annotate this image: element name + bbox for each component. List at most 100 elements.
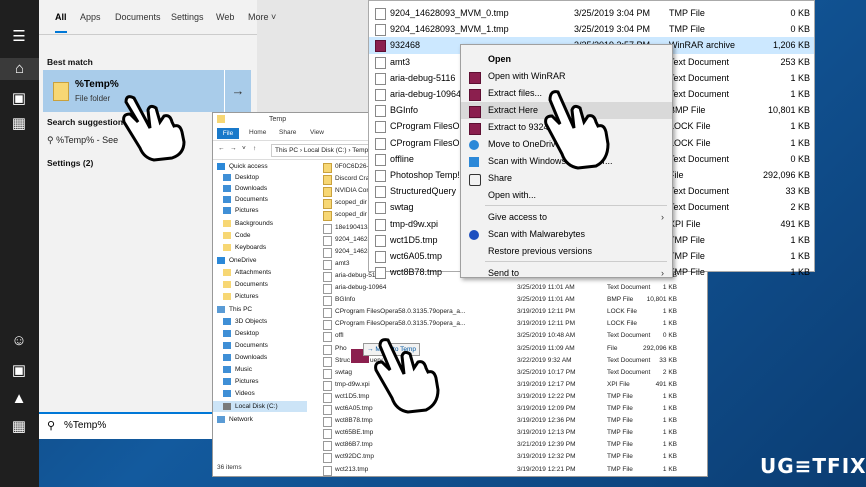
back-icon[interactable]: ← — [218, 145, 225, 152]
file-row[interactable]: wct213.tmp 3/19/2019 12:21 PM TMP File 1 KB — [311, 464, 701, 476]
nav-item-quick-access[interactable]: Quick access — [217, 161, 268, 172]
breadcrumb-this-pc[interactable]: This PC — [275, 147, 298, 154]
file-date: 3/19/2019 12:11 PM — [517, 320, 576, 328]
windows-start-icon[interactable]: ▦ — [8, 416, 30, 438]
file-date: 3/22/2019 9:32 AM — [517, 356, 572, 364]
documents-icon[interactable]: ▣ — [8, 88, 30, 110]
file-icon — [375, 56, 386, 69]
hamburger-menu-icon[interactable]: ☰ — [8, 26, 30, 48]
nav-item-pictures[interactable]: Pictures — [223, 376, 258, 387]
file-row[interactable]: BGInfo 3/25/2019 11:01 AM BMP File 10,801 K… — [311, 294, 701, 307]
menu-item-label: Give access to — [488, 212, 548, 222]
folder-icon — [217, 115, 225, 123]
nav-item-desktop[interactable]: Desktop — [223, 328, 259, 339]
breadcrumb-local-disk[interactable]: Local Disk (C:) — [304, 147, 347, 154]
nav-item-code[interactable]: Code — [223, 230, 251, 241]
nav-item-desktop[interactable]: Desktop — [223, 172, 259, 183]
tab-documents[interactable]: Documents — [115, 12, 161, 22]
ribbon-file-tab[interactable]: File — [217, 128, 239, 139]
nav-item-local-disk-c-[interactable]: Local Disk (C:) — [213, 401, 307, 412]
nav-item-onedrive[interactable]: OneDrive — [217, 255, 256, 266]
menu-item-open[interactable]: Open — [461, 51, 672, 68]
tab-settings[interactable]: Settings — [171, 12, 204, 22]
tab-all[interactable]: All — [55, 12, 67, 33]
nav-item-music[interactable]: Music — [223, 364, 252, 375]
suggestion-item[interactable]: ⚲ %Temp% - See — [47, 135, 118, 146]
menu-item-open-with[interactable]: Open with... — [461, 187, 672, 204]
nav-item-label: Music — [235, 366, 252, 373]
picture-icon[interactable]: ▣ — [8, 360, 30, 382]
ribbon-home-tab[interactable]: Home — [249, 129, 266, 136]
file-row[interactable]: wct86B7.tmp 3/21/2019 12:39 PM TMP File 1 K… — [311, 439, 701, 452]
file-row[interactable]: 9204_14628093_MVM_1.tmp 3/25/2019 3:04 PM… — [369, 21, 814, 37]
nav-item-network[interactable]: Network — [217, 414, 253, 425]
nav-item-attachments[interactable]: Attachments — [223, 267, 271, 278]
file-icon — [323, 405, 332, 415]
tab-apps[interactable]: Apps — [80, 12, 101, 22]
ribbon-share-tab[interactable]: Share — [279, 129, 296, 136]
feedback-icon[interactable]: ▲ — [8, 388, 30, 410]
file-name: 932468 — [390, 40, 421, 51]
nav-item-documents[interactable]: Documents — [223, 194, 268, 205]
nav-item-this-pc[interactable]: This PC — [217, 304, 252, 315]
file-row[interactable]: tmp-d9w.xpi 3/19/2019 12:17 PM XPI File 491… — [311, 379, 701, 391]
nav-item-pictures[interactable]: Pictures — [223, 291, 258, 302]
menu-item-scan-with-malwarebytes[interactable]: Scan with Malwarebytes — [461, 226, 672, 243]
nav-item-label: Documents — [235, 281, 268, 288]
breadcrumb-temp[interactable]: Temp — [352, 147, 368, 154]
user-icon[interactable]: ☺ — [8, 330, 30, 352]
file-size: 491 KB — [780, 218, 810, 229]
nav-item-downloads[interactable]: Downloads — [223, 183, 267, 194]
file-size: 292,096 KB — [762, 170, 810, 180]
file-row[interactable]: swtag 3/25/2019 10:17 PM Text Document 2 KB — [311, 367, 701, 379]
file-row[interactable]: offl 3/25/2019 10:48 AM Text Document 0 KB — [311, 330, 701, 343]
file-row[interactable]: CProgram FilesOpera58.0.3135.79opera_a..… — [311, 318, 701, 331]
nav-item-backgrounds[interactable]: Backgrounds — [223, 218, 273, 229]
file-icon — [375, 121, 386, 134]
ribbon-view-tab[interactable]: View — [310, 129, 324, 136]
nav-item-videos[interactable]: Videos — [223, 388, 255, 399]
nav-item-3d-objects[interactable]: 3D Objects — [223, 316, 267, 327]
file-row[interactable]: wct65BE.tmp 3/19/2019 12:13 PM TMP File 1 K… — [311, 427, 701, 440]
nav-item-documents[interactable]: Documents — [223, 340, 268, 351]
file-size: 1 KB — [662, 441, 677, 449]
menu-item-send-to[interactable]: Send to › — [461, 265, 672, 282]
file-row[interactable]: CProgram FilesOpera58.0.3135.79opera_a..… — [311, 306, 701, 319]
file-row[interactable]: 9204_14628093_MVM_0.tmp 3/25/2019 3:04 PM… — [369, 5, 814, 21]
folder-icon — [323, 211, 332, 222]
nav-item-documents[interactable]: Documents — [223, 279, 268, 290]
menu-item-share[interactable]: Share — [461, 170, 672, 187]
file-row[interactable]: aria-debug-10964 3/25/2019 11:01 AM Text D… — [311, 282, 701, 294]
file-icon — [323, 235, 332, 246]
home-icon[interactable]: ⌂ — [0, 58, 39, 80]
file-row[interactable]: wct8B78.tmp 3/19/2019 12:36 PM TMP File 1 K… — [311, 415, 701, 428]
file-row[interactable]: wct92DC.tmp 3/19/2019 12:32 PM TMP File 1 K… — [311, 451, 701, 464]
chevron-down-icon[interactable]: ˅ — [242, 145, 246, 152]
file-row[interactable]: wct1D5.tmp 3/19/2019 12:22 PM TMP File 1 KB — [311, 391, 701, 403]
file-icon — [375, 8, 386, 20]
file-type: BMP File — [669, 105, 706, 116]
nav-item-keyboards[interactable]: Keyboards — [223, 242, 266, 253]
file-type: Text Document — [669, 56, 730, 67]
nav-item-pictures[interactable]: Pictures — [223, 205, 258, 216]
file-date: 3/19/2019 12:22 PM — [517, 392, 576, 400]
file-icon — [323, 380, 332, 391]
file-date: 3/19/2019 12:11 PM — [517, 308, 576, 316]
settings-tile-icon[interactable]: ▦ — [8, 113, 30, 135]
menu-item-open-with-winrar[interactable]: Open with WinRAR — [461, 68, 672, 85]
tab-more[interactable]: More ˅ — [248, 12, 276, 22]
nav-item-downloads[interactable]: Downloads — [223, 352, 267, 363]
hand-cursor-icon — [122, 95, 186, 162]
up-icon[interactable]: ↑ — [253, 145, 256, 152]
blue-icon — [223, 353, 231, 361]
file-name: wct8B78.tmp — [335, 417, 373, 425]
file-name: BGInfo — [390, 105, 419, 116]
menu-item-restore-previous-versions[interactable]: Restore previous versions — [461, 243, 672, 260]
file-size: 0 KB — [790, 8, 810, 18]
file-row[interactable]: wct6A05.tmp 3/19/2019 12:09 PM TMP File 1 K… — [311, 403, 701, 415]
tab-web[interactable]: Web — [216, 12, 234, 22]
menu-item-give-access-to[interactable]: Give access to › — [461, 209, 672, 226]
file-name: StructuredQuery — [390, 186, 457, 197]
open-arrow-button[interactable]: → — [224, 70, 251, 112]
forward-icon[interactable]: → — [230, 145, 237, 152]
